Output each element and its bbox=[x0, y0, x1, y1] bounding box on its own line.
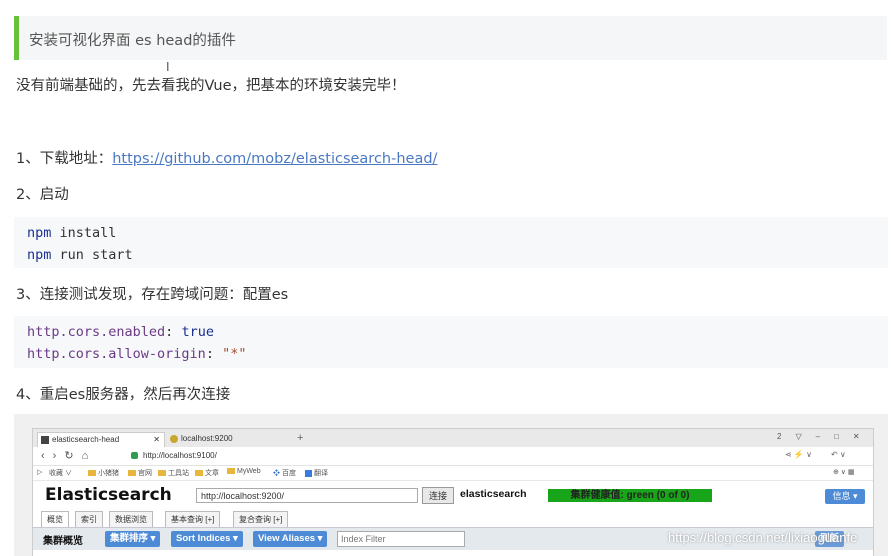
close-window-icon[interactable]: ✕ bbox=[853, 432, 873, 441]
code-block-npm: npm install npm run start bbox=[14, 217, 888, 268]
bookmark-item[interactable]: 工具站 bbox=[158, 468, 189, 478]
home-icon[interactable]: ⌂ bbox=[82, 450, 97, 462]
download-link[interactable]: https://github.com/mobz/elasticsearch-he… bbox=[112, 151, 437, 167]
bookmark-item[interactable]: 文章 bbox=[195, 468, 219, 478]
step1-paragraph: 1、下载地址：https://github.com/mobz/elasticse… bbox=[16, 147, 437, 168]
bookmark-label: MyWeb bbox=[237, 468, 261, 475]
es-url-input[interactable]: http://localhost:9200/ bbox=[196, 488, 418, 503]
config-key: http.cors.enabled bbox=[27, 324, 166, 340]
intro-paragraph: 没有前端基础的，先去看我的Vue，把基本的环境安装完毕！ bbox=[16, 78, 406, 94]
bookmark-item[interactable]: ❖ 百度 bbox=[273, 468, 296, 478]
browser-tab-es-head[interactable]: elasticsearch-head ✕ bbox=[37, 432, 165, 447]
minimize-icon[interactable]: – bbox=[816, 432, 834, 441]
code-line: npm install bbox=[27, 222, 888, 244]
bookmark-item[interactable]: 官网 bbox=[128, 468, 152, 478]
bookmark-item[interactable]: 小猪猪 bbox=[88, 468, 119, 478]
text-cursor-icon: I bbox=[166, 60, 170, 74]
blockquote: 安装可视化界面 es head的插件 bbox=[14, 16, 887, 60]
es-head-title: Elasticsearch bbox=[45, 485, 172, 505]
shield-icon[interactable]: ▽ bbox=[795, 432, 815, 441]
code-args: run start bbox=[51, 247, 133, 263]
bookmark-favorites[interactable]: 收藏 ∨ bbox=[49, 468, 72, 478]
folder-icon bbox=[195, 470, 203, 477]
back-icon[interactable]: ‹ bbox=[41, 450, 53, 462]
connect-button[interactable]: 连接 bbox=[422, 487, 454, 504]
code-line: http.cors.allow-origin: "*" bbox=[27, 343, 888, 365]
tab-count-icon[interactable]: 2 bbox=[777, 432, 795, 441]
undo-icon[interactable]: ↶ ∨ bbox=[831, 450, 846, 459]
sort-indices-button[interactable]: Sort Indices ▾ bbox=[171, 531, 243, 547]
folder-icon bbox=[128, 470, 136, 477]
folder-icon bbox=[227, 468, 235, 475]
nav-buttons[interactable]: ‹›↻⌂ bbox=[41, 449, 96, 462]
translate-icon bbox=[305, 469, 312, 477]
bookmark-label: 翻译 bbox=[313, 470, 328, 477]
code-block-cors: http.cors.enabled: true http.cors.allow-… bbox=[14, 316, 888, 368]
paw-icon: ❖ bbox=[273, 470, 280, 477]
code-command: npm bbox=[27, 225, 52, 241]
tab-browser[interactable]: 数据浏览 bbox=[109, 511, 153, 527]
bookmark-label: 官网 bbox=[138, 470, 152, 477]
watermark: https://blog.csdn.net/lixiaoguanfe bbox=[668, 530, 858, 545]
new-tab-button[interactable]: + bbox=[297, 432, 303, 444]
folder-icon bbox=[88, 470, 96, 477]
info-button[interactable]: 信息 ▾ bbox=[825, 489, 865, 504]
step1-text: 1、下载地址： bbox=[16, 151, 113, 167]
step3-paragraph: 3、连接测试发现，存在跨域问题：配置es bbox=[16, 287, 289, 303]
config-value: "*" bbox=[222, 346, 247, 362]
code-command: npm bbox=[27, 247, 52, 263]
code-args: install bbox=[51, 225, 117, 241]
config-key: http.cors.allow-origin bbox=[27, 346, 206, 362]
code-line: http.cors.enabled: true bbox=[27, 321, 888, 343]
sidebar-toggle-icon[interactable]: ▷ bbox=[37, 468, 42, 476]
code-line: npm run start bbox=[27, 244, 888, 266]
cluster-overview-label: 集群概览 bbox=[43, 536, 83, 547]
folder-icon bbox=[158, 470, 166, 477]
cluster-name: elasticsearch bbox=[460, 488, 527, 500]
bookmark-label: 工具站 bbox=[168, 470, 189, 477]
tab-indices[interactable]: 索引 bbox=[75, 511, 103, 527]
tab-label: localhost:9200 bbox=[181, 434, 233, 443]
tab-label: elasticsearch-head bbox=[52, 435, 120, 444]
reload-icon[interactable]: ↻ bbox=[64, 450, 81, 462]
browser-tab-bar: elasticsearch-head ✕ localhost:9200 + 2▽… bbox=[33, 429, 873, 447]
tab-overview[interactable]: 概览 bbox=[41, 511, 69, 527]
cluster-health-badge: 集群健康值: green (0 of 0) bbox=[548, 489, 712, 502]
maximize-icon[interactable]: □ bbox=[834, 432, 853, 441]
address-input[interactable]: http://localhost:9100/ bbox=[143, 451, 217, 460]
bookmark-item[interactable]: MyWeb bbox=[227, 468, 261, 475]
share-icon[interactable]: ⋖ ⚡ ∨ bbox=[785, 450, 812, 459]
bookmark-item[interactable]: 翻译 bbox=[305, 468, 328, 478]
es-favicon-icon bbox=[41, 436, 49, 444]
bookmarks-bar: ▷ 收藏 ∨ 小猪猪 官网 工具站 文章 MyWeb ❖ 百度 翻译 ⊕ ∨ ▦ bbox=[33, 466, 873, 481]
forward-icon[interactable]: › bbox=[53, 450, 65, 462]
blockquote-text: 安装可视化界面 es head的插件 bbox=[29, 33, 236, 49]
tab-basic-query[interactable]: 基本查询 [+] bbox=[165, 511, 221, 527]
index-filter-input[interactable]: Index Filter bbox=[337, 531, 465, 547]
tab-complex-query[interactable]: 复合查询 [+] bbox=[233, 511, 289, 527]
browser-tab-localhost[interactable]: localhost:9200 bbox=[167, 432, 287, 447]
sort-cluster-button[interactable]: 集群排序 ▾ bbox=[105, 531, 161, 547]
extensions-icon[interactable]: ⊕ ∨ ▦ bbox=[833, 468, 855, 476]
config-sep: : bbox=[165, 324, 182, 340]
secure-shield-icon bbox=[131, 452, 138, 459]
globe-icon bbox=[170, 435, 178, 443]
bookmark-label: 百度 bbox=[281, 470, 296, 477]
step2-paragraph: 2、启动 bbox=[16, 187, 69, 203]
window-controls[interactable]: 2▽–□✕ bbox=[777, 432, 873, 441]
address-bar-row: ‹›↻⌂ http://localhost:9100/ ⋖ ⚡ ∨ ↶ ∨ bbox=[33, 447, 873, 466]
config-value: true bbox=[181, 324, 214, 340]
close-tab-icon[interactable]: ✕ bbox=[153, 433, 160, 447]
bookmark-label: 文章 bbox=[205, 470, 219, 477]
config-sep: : bbox=[205, 346, 223, 362]
step4-paragraph: 4、重启es服务器，然后再次连接 bbox=[16, 387, 231, 403]
view-aliases-button[interactable]: View Aliases ▾ bbox=[253, 531, 328, 547]
bookmark-label: 小猪猪 bbox=[98, 470, 119, 477]
